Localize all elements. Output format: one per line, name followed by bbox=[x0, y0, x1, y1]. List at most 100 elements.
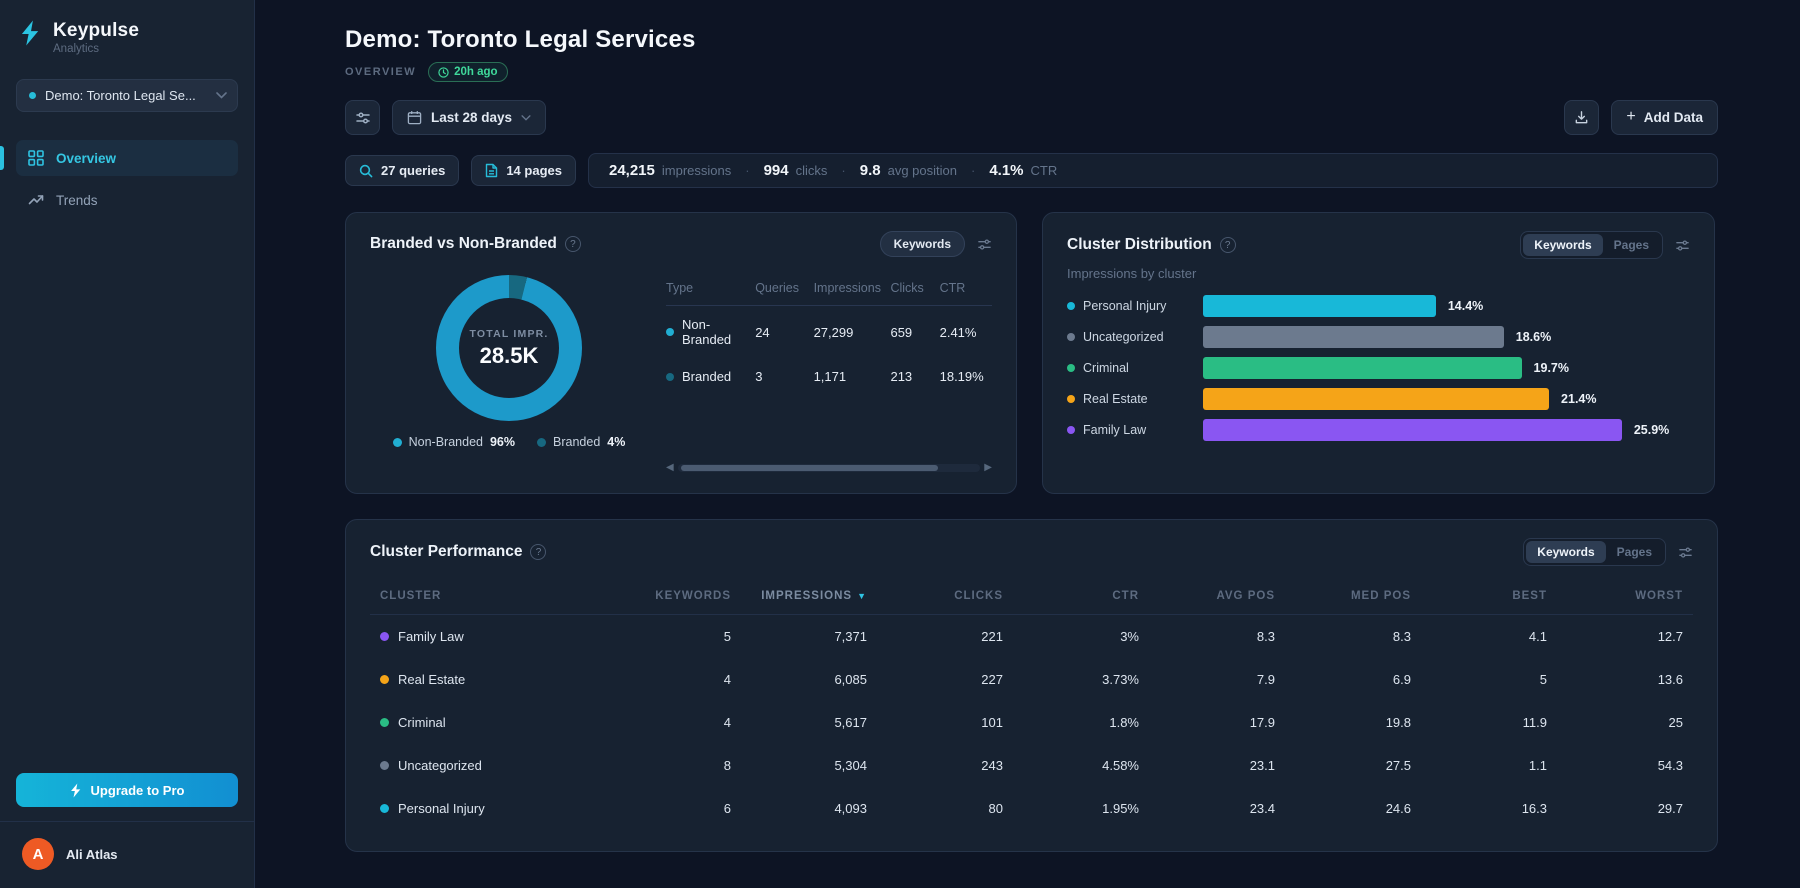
bar-label: Family Law bbox=[1067, 423, 1189, 437]
cell: 4 bbox=[723, 715, 731, 730]
metrics-bar: 24,215 impressions · 994 clicks · 9.8 avg posit… bbox=[587, 153, 1718, 188]
cell: 29.7 bbox=[1657, 801, 1683, 816]
column-header[interactable]: KEYWORDS bbox=[595, 590, 731, 602]
toggle-keywords[interactable]: Keywords bbox=[1523, 234, 1603, 256]
cluster-cell: Criminal bbox=[380, 715, 595, 730]
cell: 5 bbox=[723, 629, 731, 644]
pages-chip[interactable]: 14 pages bbox=[471, 155, 576, 186]
column-header[interactable]: CTR bbox=[940, 281, 992, 295]
upgrade-to-pro-button[interactable]: Upgrade to Pro bbox=[16, 773, 238, 807]
column-header[interactable]: CLICKS bbox=[867, 590, 1003, 602]
cluster-bar-row[interactable]: Personal Injury 14.4% bbox=[1067, 295, 1690, 317]
cluster-cell: Uncategorized bbox=[380, 758, 595, 773]
legend-value: 96% bbox=[489, 435, 516, 449]
search-icon bbox=[359, 164, 373, 178]
horizontal-scrollbar[interactable]: ◀ ▶ bbox=[666, 462, 992, 473]
bar-dot-icon bbox=[1067, 426, 1075, 434]
scroll-right-icon[interactable]: ▶ bbox=[984, 462, 992, 473]
cell: 1.95% bbox=[1102, 801, 1139, 816]
sidebar-item-overview[interactable]: Overview bbox=[0, 140, 238, 176]
toggle-pages[interactable]: Pages bbox=[1603, 234, 1660, 256]
cell: 27.5 bbox=[1385, 758, 1411, 773]
scroll-left-icon[interactable]: ◀ bbox=[666, 462, 674, 473]
column-header[interactable]: IMPRESSIONS ▼ bbox=[731, 590, 867, 602]
table-row[interactable]: Real Estate 4 6,085 227 3.73% 7.9 6.9 5 13.6 bbox=[370, 658, 1693, 701]
bar-label: Real Estate bbox=[1067, 392, 1189, 406]
sliders-icon[interactable] bbox=[1678, 545, 1693, 560]
column-header[interactable]: CLUSTER bbox=[380, 590, 595, 602]
cell: 213 bbox=[890, 369, 913, 384]
cluster-bar-row[interactable]: Real Estate 21.4% bbox=[1067, 388, 1690, 410]
donut-legend: Non-Branded 96% Branded 4% bbox=[392, 435, 625, 449]
keywords-pages-toggle: Keywords Pages bbox=[1523, 538, 1666, 566]
column-header[interactable]: Type bbox=[666, 281, 749, 295]
column-header[interactable]: WORST bbox=[1547, 590, 1683, 602]
sliders-icon[interactable] bbox=[977, 237, 992, 252]
cell: 8.3 bbox=[1392, 629, 1411, 644]
table-row[interactable]: Family Law 5 7,371 221 3% 8.3 8.3 4.1 12.7 bbox=[370, 615, 1693, 658]
metric: 994 clicks bbox=[764, 162, 828, 179]
metric: 24,215 impressions bbox=[609, 162, 731, 179]
download-button[interactable] bbox=[1564, 100, 1600, 135]
help-icon[interactable]: ? bbox=[530, 544, 547, 560]
sidebar-item-trends[interactable]: Trends bbox=[16, 182, 238, 218]
toggle-pages[interactable]: Pages bbox=[1606, 541, 1663, 563]
user-menu[interactable]: A Ali Atlas bbox=[16, 834, 238, 874]
add-data-button[interactable]: + Add Data bbox=[1611, 100, 1718, 135]
help-icon[interactable]: ? bbox=[564, 236, 581, 252]
last-updated-text: 20h ago bbox=[454, 66, 498, 78]
workspace-status-dot bbox=[29, 92, 36, 99]
cell: 5,617 bbox=[834, 715, 867, 730]
cluster-bar-row[interactable]: Criminal 19.7% bbox=[1067, 357, 1690, 379]
table-row[interactable]: Non-Branded 24 27,299 659 2.41% bbox=[666, 306, 992, 358]
help-icon[interactable]: ? bbox=[1219, 237, 1236, 253]
date-range-selector[interactable]: Last 28 days bbox=[392, 100, 547, 135]
column-header[interactable]: Clicks bbox=[890, 281, 933, 295]
sidebar: Keypulse Analytics Demo: Toronto Legal S… bbox=[0, 0, 255, 888]
cell: 221 bbox=[981, 629, 1003, 644]
bar-category: Personal Injury bbox=[1083, 299, 1167, 313]
metric-label: CTR bbox=[1030, 163, 1058, 178]
page-file-icon bbox=[485, 163, 498, 178]
toggle-keywords[interactable]: Keywords bbox=[1526, 541, 1606, 563]
table-row[interactable]: Branded 3 1,171 213 18.19% bbox=[666, 358, 992, 395]
table-row[interactable]: Criminal 4 5,617 101 1.8% 17.9 19.8 11.9 25 bbox=[370, 701, 1693, 744]
column-header[interactable]: MED POS bbox=[1275, 590, 1411, 602]
column-header[interactable]: Queries bbox=[755, 281, 807, 295]
scrollbar-track[interactable] bbox=[677, 463, 981, 472]
column-header[interactable]: CTR bbox=[1003, 590, 1139, 602]
clock-icon bbox=[438, 66, 449, 78]
queries-chip-label: 27 queries bbox=[381, 163, 446, 178]
sliders-icon[interactable] bbox=[1675, 238, 1690, 253]
cell: 3 bbox=[755, 369, 763, 384]
cell: 24.6 bbox=[1385, 801, 1411, 816]
cell: 3% bbox=[1120, 629, 1139, 644]
keywords-toggle-button[interactable]: Keywords bbox=[879, 231, 965, 257]
cluster-label: Real Estate bbox=[398, 672, 466, 687]
bar-value: 19.7% bbox=[1533, 361, 1569, 375]
trend-up-icon bbox=[28, 192, 44, 208]
donut-center-label: TOTAL IMPR. bbox=[469, 327, 549, 340]
filter-button[interactable] bbox=[345, 100, 380, 135]
bar-dot-icon bbox=[1067, 364, 1075, 372]
column-header[interactable]: Impressions bbox=[814, 281, 885, 295]
cluster-bar-row[interactable]: Family Law 25.9% bbox=[1067, 419, 1690, 441]
cell: 227 bbox=[981, 672, 1003, 687]
column-header[interactable]: AVG POS bbox=[1139, 590, 1275, 602]
section-label: OVERVIEW bbox=[345, 66, 417, 78]
cluster-dot-icon bbox=[380, 761, 389, 770]
workspace-selector[interactable]: Demo: Toronto Legal Se... bbox=[16, 79, 238, 112]
overview-grid-icon bbox=[28, 150, 44, 166]
column-header[interactable]: BEST bbox=[1411, 590, 1547, 602]
table-row[interactable]: Personal Injury 6 4,093 80 1.95% 23.4 24.6 16.3… bbox=[370, 787, 1693, 830]
scrollbar-thumb[interactable] bbox=[680, 464, 938, 471]
cluster-label: Uncategorized bbox=[398, 758, 482, 773]
table-row[interactable]: Uncategorized 8 5,304 243 4.58% 23.1 27.5 1.1 54… bbox=[370, 744, 1693, 787]
chevron-down-icon bbox=[521, 114, 531, 121]
cell: 4 bbox=[723, 672, 731, 687]
cell: 3.73% bbox=[1102, 672, 1139, 687]
type-label: Branded bbox=[682, 369, 732, 384]
cell: 243 bbox=[981, 758, 1003, 773]
queries-chip[interactable]: 27 queries bbox=[345, 155, 460, 186]
cluster-bar-row[interactable]: Uncategorized 18.6% bbox=[1067, 326, 1690, 348]
